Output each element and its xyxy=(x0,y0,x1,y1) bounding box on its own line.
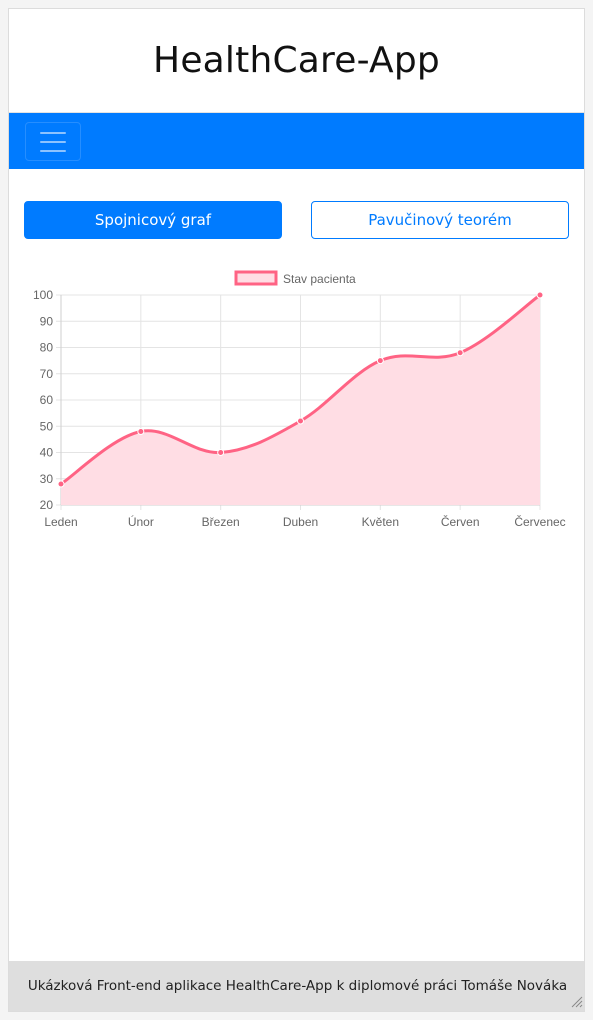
x-tick-label: Červenec xyxy=(514,514,565,529)
data-point xyxy=(217,449,225,456)
data-point xyxy=(376,357,384,365)
y-tick-label: 50 xyxy=(40,419,54,433)
x-tick-label: Leden xyxy=(44,515,77,529)
y-tick-label: 70 xyxy=(40,367,54,381)
data-point xyxy=(456,349,464,357)
navbar-toggler-button[interactable] xyxy=(25,122,81,161)
legend-label: Stav pacienta xyxy=(283,272,356,286)
chart-canvas: 100 90 80 70 60 50 40 30 20 Leden Únor Březen Duben K… xyxy=(33,270,566,529)
x-tick-label: Duben xyxy=(283,515,318,529)
page-title: HealthCare-App xyxy=(153,40,440,81)
y-tick-label: 90 xyxy=(40,314,54,328)
y-tick-label: 40 xyxy=(40,446,54,460)
app-header: HealthCare-App xyxy=(9,9,584,113)
y-tick-label: 100 xyxy=(33,288,53,302)
x-tick-label: Květen xyxy=(362,515,399,529)
y-tick-label: 80 xyxy=(40,341,54,355)
y-tick-label: 60 xyxy=(40,393,54,407)
x-tick-label: Červen xyxy=(441,514,480,529)
data-point xyxy=(57,480,65,488)
radar-chart-button[interactable]: Pavučinový teorém xyxy=(311,201,569,239)
x-tick-label: Březen xyxy=(202,515,240,529)
data-point xyxy=(137,428,145,435)
navbar xyxy=(9,113,584,169)
x-tick-label: Únor xyxy=(128,514,154,529)
data-point xyxy=(297,417,304,425)
chart-switch-buttons: Spojnicový graf Pavučinový teorém xyxy=(24,201,569,239)
data-point xyxy=(536,291,544,299)
footer-text: Ukázková Front-end aplikace HealthCare-A… xyxy=(27,978,568,994)
hamburger-menu-icon xyxy=(40,131,66,134)
hamburger-menu-icon-bar-3 xyxy=(40,149,66,152)
y-tick-label: 30 xyxy=(40,472,54,486)
app-frame: HealthCare-App Spojnicový graf Pavučinov… xyxy=(8,8,585,1012)
hamburger-menu-icon-bar-2 xyxy=(40,140,66,143)
footer: Ukázková Front-end aplikace HealthCare-A… xyxy=(9,961,584,1011)
line-chart-button[interactable]: Spojnicový graf xyxy=(24,201,282,239)
resize-grip-icon[interactable] xyxy=(571,996,583,1008)
legend-swatch xyxy=(234,270,278,286)
line-chart: 100 90 80 70 60 50 40 30 20 Leden Únor Březen Duben K… xyxy=(9,264,584,544)
y-tick-label: 20 xyxy=(40,498,54,512)
